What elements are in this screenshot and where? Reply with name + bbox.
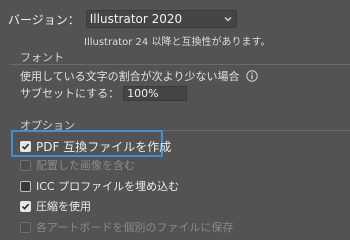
- checkbox-save-artboards-separately[interactable]: [20, 221, 31, 233]
- compatibility-note: Illustrator 24 以降と互換性があります。: [84, 37, 271, 48]
- save-options-dialog: バージョン： Illustrator 2020 Illustrator 24 以…: [0, 0, 350, 240]
- checkmark-icon: [21, 143, 30, 150]
- font-subset-description: 使用している文字の割合が次より少ない場合: [20, 70, 240, 83]
- version-label: バージョン：: [8, 12, 80, 27]
- version-selected-value: Illustrator 2020: [89, 12, 183, 26]
- option-label: PDF 互換ファイルを作成: [36, 140, 172, 154]
- info-icon[interactable]: [246, 70, 259, 82]
- checkbox-pdf-compatible[interactable]: [20, 141, 31, 152]
- option-label: 配置した画像を含む: [36, 159, 135, 172]
- option-label: 各アートボードを個別のファイルに保存: [36, 221, 234, 234]
- version-row: バージョン： Illustrator 2020: [8, 10, 237, 28]
- checkbox-include-linked-images[interactable]: [20, 159, 31, 171]
- option-create-pdf-compatible[interactable]: PDF 互換ファイルを作成: [20, 138, 171, 155]
- option-embed-icc-profile[interactable]: ICC プロファイルを埋め込む: [20, 178, 179, 194]
- checkbox-embed-icc-profile[interactable]: [20, 180, 31, 192]
- fonts-divider: [10, 64, 350, 65]
- version-dropdown[interactable]: Illustrator 2020: [85, 10, 237, 28]
- subset-label: サブセットにする：: [20, 87, 120, 100]
- option-label: ICC プロファイルを埋め込む: [36, 180, 180, 193]
- option-include-linked-images[interactable]: 配置した画像を含む: [20, 157, 135, 173]
- subset-percentage-input[interactable]: 100%: [123, 85, 188, 101]
- checkmark-icon: [21, 203, 30, 210]
- option-label: 圧縮を使用: [36, 200, 91, 213]
- option-save-artboards-separately[interactable]: 各アートボードを個別のファイルに保存: [20, 219, 233, 235]
- option-use-compression[interactable]: 圧縮を使用: [20, 198, 91, 214]
- chevron-down-icon: [224, 17, 232, 22]
- fonts-section-header: フォント: [20, 51, 64, 64]
- checkbox-use-compression[interactable]: [20, 200, 31, 212]
- font-subset-description-row: 使用している文字の割合が次より少ない場合: [20, 68, 259, 84]
- subset-row: サブセットにする： 100%: [20, 85, 188, 101]
